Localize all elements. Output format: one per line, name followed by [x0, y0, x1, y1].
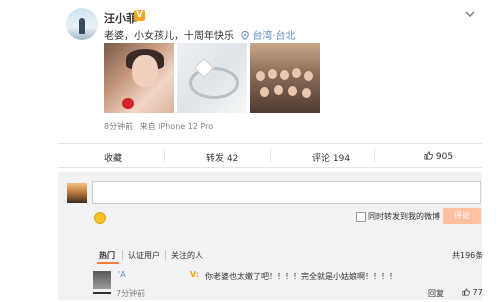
divider [270, 149, 271, 162]
thumbs-up-icon [462, 288, 470, 296]
author-avatar[interactable] [66, 8, 98, 40]
verified-badge-icon: V [134, 10, 145, 21]
commenter-avatar[interactable] [93, 271, 111, 289]
vip-badge-icon: V: [190, 270, 200, 279]
divider [122, 250, 123, 260]
post-time[interactable]: 8分钟前 [104, 122, 133, 131]
active-tab-indicator [97, 262, 119, 264]
divider [165, 250, 166, 260]
divider [58, 143, 482, 144]
divider [374, 149, 375, 162]
post-photo-2[interactable] [177, 43, 247, 113]
forward-label: 同时转发到我的微博 [368, 212, 440, 221]
divider [58, 167, 482, 168]
tab-hot[interactable]: 热门 [99, 250, 115, 261]
comment-button[interactable]: 评论 194 [312, 151, 350, 164]
author-name[interactable]: 汪小菲 [104, 10, 137, 26]
post-meta: 8分钟前 来自 iPhone 12 Pro [104, 121, 213, 132]
commenter-name[interactable]: 'A [118, 270, 126, 279]
comment-input[interactable] [92, 181, 481, 204]
post-body: 老婆，小女孩儿，十周年快乐 [104, 31, 234, 42]
post-source: 来自 iPhone 12 Pro [139, 122, 214, 131]
comment-time: 7分钟前 [116, 289, 146, 298]
tab-following[interactable]: 关注的人 [171, 250, 203, 261]
forward-checkbox[interactable] [356, 212, 366, 222]
like-count: 905 [435, 152, 454, 162]
comment-total: 共196条 [452, 251, 484, 260]
favorite-button[interactable]: 收藏 [104, 151, 122, 164]
thumbs-up-icon [424, 151, 433, 160]
my-avatar[interactable] [67, 183, 87, 203]
comment-text: 你老婆也太嫩了吧！！！！完全就是小姑娘啊！！！！ [205, 272, 397, 281]
submit-comment-button[interactable]: 评论 [443, 208, 481, 224]
emoji-icon[interactable] [94, 212, 106, 224]
post-photo-3[interactable] [250, 43, 320, 113]
location-label: 台湾·台北 [252, 31, 296, 42]
location-pin-icon [241, 30, 249, 41]
tab-verified-users[interactable]: 认证用户 [128, 250, 160, 261]
location-link[interactable]: 台湾·台北 [237, 30, 296, 42]
comment-like-button[interactable]: 77 [462, 288, 483, 297]
commenter-avatar-caption [93, 292, 111, 294]
comment-like-count: 77 [472, 288, 483, 297]
reply-button[interactable]: 回复 [428, 288, 444, 299]
chevron-down-icon[interactable] [464, 8, 476, 20]
post-photo-1[interactable] [104, 43, 174, 113]
repost-button[interactable]: 转发 42 [206, 151, 238, 164]
like-button[interactable]: 905 [424, 151, 453, 162]
post-text: 老婆，小女孩儿，十周年快乐 台湾·台北 [104, 27, 296, 42]
divider [164, 149, 165, 162]
